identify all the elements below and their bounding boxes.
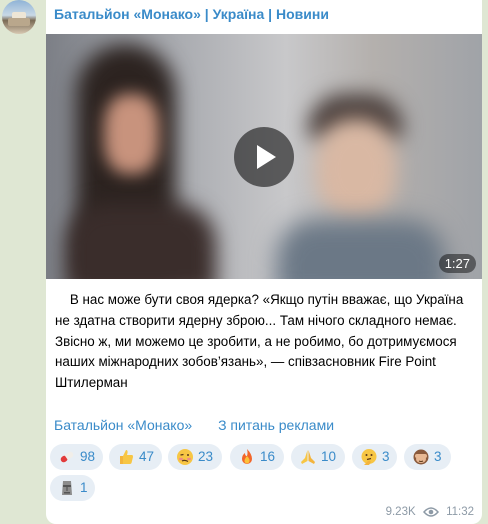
fire-icon bbox=[242, 449, 252, 464]
reaction-count: 3 bbox=[434, 449, 442, 464]
reaction-woozy-face[interactable]: 23 bbox=[168, 444, 222, 470]
reaction-count: 3 bbox=[382, 449, 390, 464]
reaction-moai[interactable]: 1 bbox=[50, 475, 95, 501]
eye-icon bbox=[422, 507, 439, 517]
link-ads[interactable]: З питань реклами bbox=[218, 417, 334, 433]
avatar-image-detail-2 bbox=[8, 18, 30, 26]
reaction-count: 16 bbox=[260, 449, 276, 464]
play-button[interactable] bbox=[234, 127, 294, 187]
message-bubble: Батальйон «Монако» | Україна | Новини 1:… bbox=[46, 0, 482, 524]
thumbs-up-icon bbox=[120, 450, 133, 464]
reaction-count: 10 bbox=[321, 449, 337, 464]
message-time: 11:32 bbox=[446, 505, 474, 518]
see-no-evil-monkey-icon bbox=[413, 449, 429, 465]
reaction-pill[interactable]: 98 bbox=[50, 444, 103, 470]
channel-avatar[interactable] bbox=[2, 0, 36, 34]
reaction-count: 23 bbox=[198, 449, 214, 464]
pill-icon bbox=[60, 451, 74, 463]
message-meta: 9.23K 11:32 bbox=[386, 506, 474, 518]
play-icon bbox=[257, 145, 276, 169]
reaction-folded-hands[interactable]: 10 bbox=[291, 444, 345, 470]
reaction-count: 98 bbox=[80, 449, 96, 464]
woozy-face-icon bbox=[177, 449, 193, 465]
channel-name[interactable]: Батальйон «Монако» | Україна | Новини bbox=[54, 6, 329, 22]
video-duration: 1:27 bbox=[438, 254, 476, 273]
video-preview[interactable]: 1:27 bbox=[46, 34, 482, 279]
reaction-count: 47 bbox=[139, 449, 155, 464]
footer-links: Батальйон «Монако» З питань реклами bbox=[54, 417, 356, 433]
reaction-count: 1 bbox=[80, 480, 88, 495]
thinking-face-icon bbox=[361, 449, 377, 465]
reaction-thinking-face[interactable]: 3 bbox=[352, 444, 397, 470]
reaction-fire[interactable]: 16 bbox=[230, 444, 284, 470]
view-count: 9.23K bbox=[385, 505, 416, 518]
message-text: В нас може бути своя ядерка? «Якщо путін… bbox=[55, 292, 464, 391]
reaction-thumbs-up[interactable]: 47 bbox=[109, 444, 162, 470]
folded-hands-icon bbox=[301, 450, 315, 464]
link-channel[interactable]: Батальйон «Монако» bbox=[54, 417, 192, 433]
moai-icon bbox=[62, 481, 72, 495]
reaction-see-no-evil-monkey[interactable]: 3 bbox=[404, 444, 451, 470]
